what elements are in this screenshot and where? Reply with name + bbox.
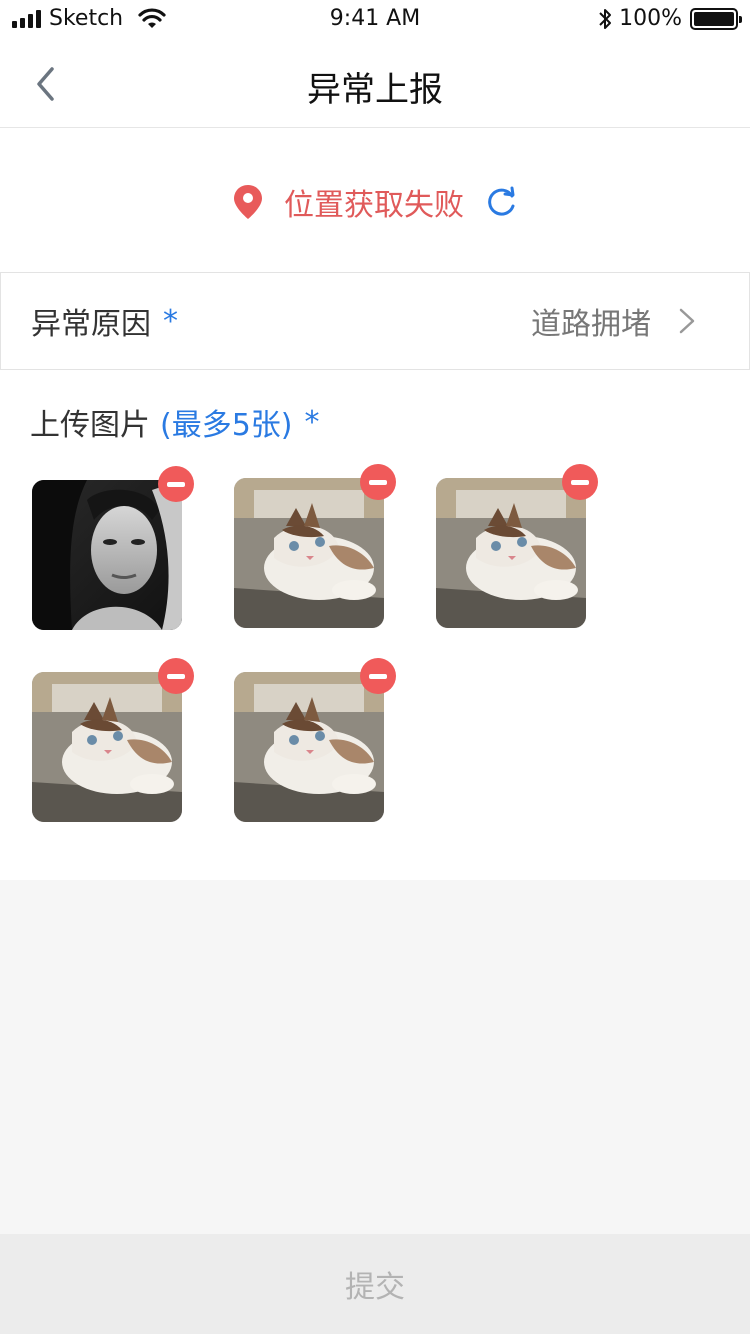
uploaded-image-thumbnail[interactable] (436, 478, 586, 628)
remove-image-button[interactable] (158, 658, 194, 694)
submit-button[interactable]: 提交 (0, 1234, 750, 1334)
battery-percent: 100% (619, 6, 682, 31)
status-right: 100% (597, 6, 742, 31)
remove-image-button[interactable] (360, 464, 396, 500)
remove-image-button[interactable] (562, 464, 598, 500)
upload-label: 上传图片 (30, 408, 150, 443)
nav-bar: 异常上报 (0, 40, 750, 128)
refresh-icon[interactable] (486, 186, 518, 218)
remove-image-button[interactable] (360, 658, 396, 694)
bluetooth-icon (599, 8, 612, 29)
reason-label: 异常原因 (31, 307, 151, 342)
location-status-text: 位置获取失败 (284, 188, 464, 223)
location-status: 位置获取失败 (0, 180, 750, 224)
battery-icon (690, 7, 742, 30)
cat-photo (234, 672, 384, 822)
page-title: 异常上报 (307, 70, 443, 110)
portrait-photo (32, 480, 182, 630)
uploaded-image-thumbnail[interactable] (234, 672, 384, 822)
chevron-right-icon (679, 308, 695, 334)
upload-title: 上传图片 (最多5张) * (30, 400, 320, 444)
reason-value: 道路拥堵 (531, 307, 651, 342)
required-star: * (163, 303, 178, 339)
remove-image-button[interactable] (158, 466, 194, 502)
report-form: 位置获取失败 异常原因 * 道路拥堵 上传图片 (最多5张) * (0, 128, 750, 880)
required-star: * (304, 404, 320, 440)
reason-selector[interactable]: 异常原因 * 道路拥堵 (0, 272, 750, 370)
uploaded-image-thumbnail[interactable] (32, 672, 182, 822)
location-pin-icon (234, 185, 262, 219)
cat-photo (234, 478, 384, 628)
upload-limit: (最多5张) (160, 408, 293, 443)
submit-label: 提交 (345, 1270, 405, 1305)
cat-photo (436, 478, 586, 628)
uploaded-image-thumbnail[interactable] (32, 480, 182, 630)
status-bar: Sketch 9:41 AM 100% (0, 0, 750, 40)
uploaded-image-thumbnail[interactable] (234, 478, 384, 628)
cat-photo (32, 672, 182, 822)
